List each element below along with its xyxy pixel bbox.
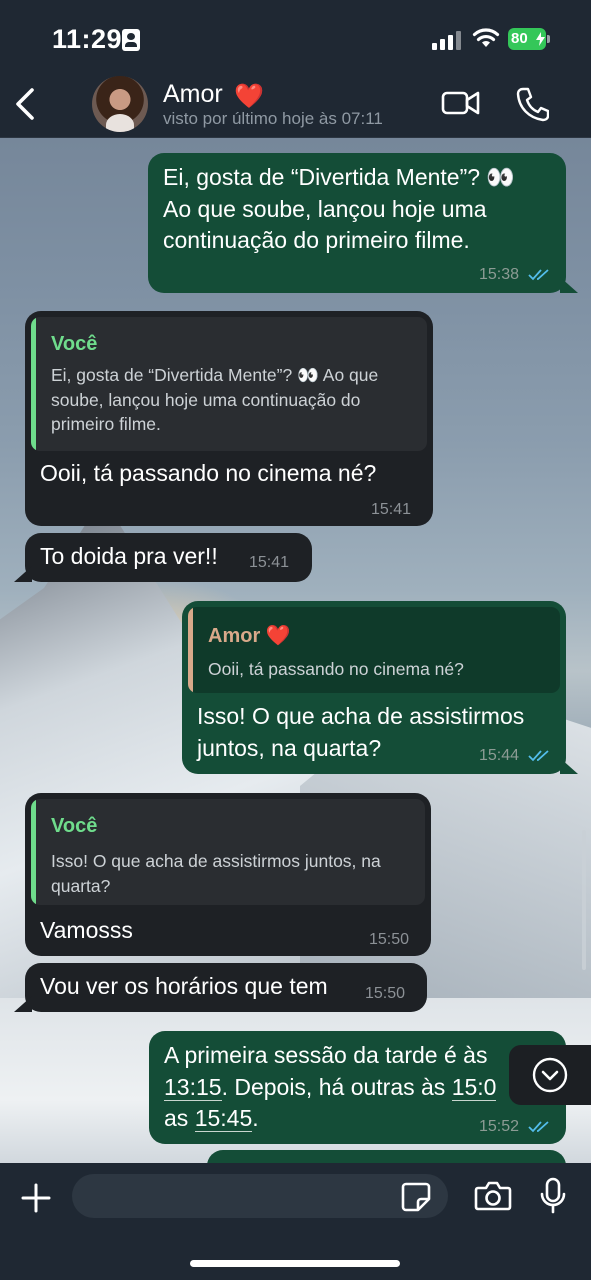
outgoing-message[interactable]: Amor ❤️ Ooii, tá passando no cinema né? …	[182, 601, 566, 774]
message-time: 15:50	[365, 985, 406, 1002]
quote-author: Amor ❤️	[208, 625, 291, 647]
composer-bar	[0, 1163, 591, 1280]
message-text-line: Ao que soube, lançou hoje uma	[163, 195, 487, 222]
bubble-tail	[560, 758, 578, 774]
quote-author: Você	[51, 815, 98, 837]
message-list[interactable]: Ei, gosta de “Divertida Mente”? 👀 Ao que…	[0, 138, 591, 1164]
quote-text-line: Ei, gosta de “Divertida Mente”? 👀 Ao que	[51, 365, 379, 385]
quote-author: Você	[51, 333, 98, 355]
bubble-tail	[14, 566, 32, 582]
message-time: 15:41	[371, 501, 412, 518]
message-text-line: Ei, gosta de “Divertida Mente”? 👀	[163, 164, 516, 190]
incoming-message[interactable]: Vou ver os horários que tem 15:50	[25, 963, 427, 1012]
message-text-line: Isso! O que acha de assistirmos	[197, 703, 525, 729]
microphone-icon[interactable]	[539, 1177, 567, 1215]
quote-text-line: primeiro filme.	[51, 414, 161, 434]
outgoing-message[interactable]	[207, 1150, 566, 1164]
contact-card-icon	[122, 29, 140, 51]
wifi-icon	[472, 28, 500, 47]
battery-icon: 80	[508, 28, 550, 50]
quoted-message[interactable]: Você Ei, gosta de “Divertida Mente”? 👀 A…	[31, 317, 427, 451]
message-text-line: Vamosss	[40, 917, 133, 943]
chat-header: Amor ❤️ visto por último hoje às 07:11	[0, 70, 591, 138]
heart-emoji: ❤️	[234, 83, 264, 110]
incoming-message[interactable]: Você Ei, gosta de “Divertida Mente”? 👀 A…	[25, 311, 433, 526]
message-text-line: as	[164, 1105, 195, 1131]
quote-text-line: soube, lançou hoje uma continuação do	[51, 389, 361, 410]
time-link[interactable]: 13:15	[164, 1073, 222, 1101]
chevron-left-icon[interactable]	[12, 86, 38, 122]
quoted-message[interactable]: Amor ❤️ Ooii, tá passando no cinema né?	[188, 607, 560, 693]
time-link[interactable]: 15:45	[194, 1105, 253, 1132]
quote-text-line: Ooii, tá passando no cinema né?	[208, 659, 464, 679]
message-time: 15:41	[249, 554, 290, 571]
message-time: 15:52	[479, 1118, 520, 1135]
message-time: 15:38	[479, 266, 520, 283]
scroll-to-bottom-button[interactable]	[509, 1045, 591, 1105]
status-time: 11:29	[52, 24, 123, 54]
message-time: 15:44	[479, 747, 520, 764]
last-seen-status: visto por último hoje às 07:11	[163, 109, 383, 128]
message-text-line: . Depois, há outras às	[221, 1073, 452, 1100]
message-text-line: Vou ver os horários que tem	[40, 973, 328, 999]
plus-icon[interactable]	[20, 1182, 52, 1214]
home-indicator[interactable]	[190, 1260, 400, 1267]
contact-avatar[interactable]	[92, 76, 148, 132]
quote-text-line: quarta?	[51, 875, 111, 896]
scrollbar[interactable]	[582, 830, 586, 970]
read-receipt-icon	[528, 1121, 549, 1133]
read-receipt-icon	[528, 269, 549, 281]
message-text-line: A primeira sessão da tarde é às	[164, 1042, 488, 1068]
message-time: 15:50	[369, 931, 410, 948]
quote-text-line: Isso! O que acha de assistirmos juntos, …	[51, 851, 381, 871]
time-link[interactable]: 15:0	[451, 1073, 497, 1101]
camera-icon[interactable]	[474, 1180, 512, 1212]
outgoing-message[interactable]: A primeira sessão da tarde é às 13:15. D…	[149, 1031, 566, 1144]
outgoing-message[interactable]: Ei, gosta de “Divertida Mente”? 👀 Ao que…	[148, 153, 566, 293]
message-text-line: To doida pra ver!!	[40, 543, 218, 569]
quoted-message[interactable]: Você Isso! O que acha de assistirmos jun…	[31, 799, 425, 905]
message-text-line: continuação do primeiro filme.	[163, 227, 470, 253]
message-text-line: Ooii, tá passando no cinema né?	[40, 460, 377, 486]
chevron-down-icon	[532, 1057, 568, 1093]
incoming-message[interactable]: Você Isso! O que acha de assistirmos jun…	[25, 793, 431, 956]
sticker-icon[interactable]	[400, 1181, 432, 1213]
cellular-signal-icon	[432, 30, 462, 50]
incoming-message[interactable]: To doida pra ver!! 15:41	[25, 533, 312, 582]
read-receipt-icon	[528, 750, 549, 762]
status-bar: 11:29 80	[0, 0, 591, 78]
bubble-tail	[14, 996, 32, 1012]
message-input[interactable]	[72, 1174, 448, 1218]
message-text-line: .	[252, 1105, 259, 1131]
contact-name[interactable]: Amor	[163, 80, 223, 109]
phone-call-icon[interactable]	[515, 86, 549, 122]
video-call-icon[interactable]	[441, 88, 481, 118]
